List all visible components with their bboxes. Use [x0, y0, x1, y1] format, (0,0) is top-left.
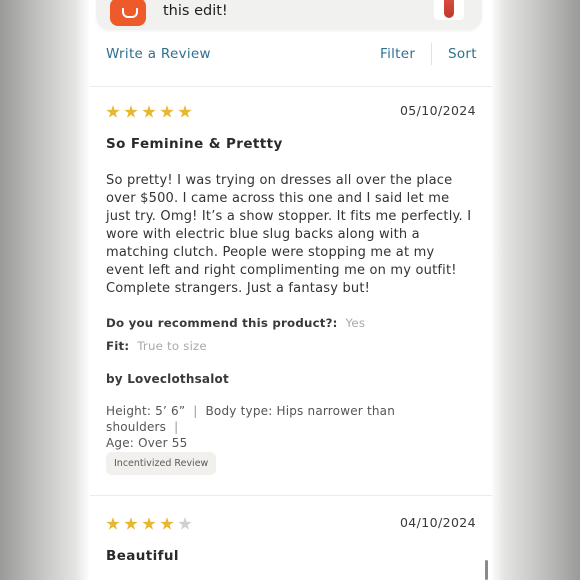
recommend-label: Do you recommend this product?: — [106, 316, 338, 330]
review-body: So pretty! I was trying on dresses all o… — [106, 173, 472, 296]
star-filled-icon — [106, 105, 120, 118]
fit-value: True to size — [137, 339, 207, 353]
notification-banner[interactable]: this edit! — [96, 0, 482, 30]
review-author: by Loveclothsalot — [106, 372, 229, 386]
reviewer-age: Age: Over 55 — [106, 436, 188, 450]
review-title: Beautiful — [106, 548, 179, 564]
star-rating — [106, 516, 196, 532]
star-filled-icon — [106, 517, 120, 530]
recommend-value: Yes — [345, 316, 366, 330]
review-screen: this edit! Write a Review Filter Sort 05… — [90, 0, 492, 580]
star-filled-icon — [178, 105, 192, 118]
recommend-row: Do you recommend this product?: Yes — [106, 316, 365, 330]
divider — [431, 43, 432, 65]
review-title: So Feminine & Prettty — [106, 136, 283, 152]
review-date: 04/10/2024 — [399, 515, 476, 530]
star-filled-icon — [160, 517, 174, 530]
review-divider — [90, 495, 492, 496]
reviewer-details: Height: 5’ 6” | Body type: Hips narrower t… — [106, 403, 474, 451]
star-filled-icon — [124, 105, 138, 118]
star-empty-icon — [178, 517, 192, 530]
star-filled-icon — [142, 517, 156, 530]
fit-row: Fit: True to size — [106, 339, 207, 353]
app-icon — [110, 0, 146, 26]
sort-button[interactable]: Sort — [448, 46, 477, 62]
banner-text: this edit! — [163, 3, 228, 19]
star-rating — [106, 104, 196, 120]
filter-button[interactable]: Filter — [380, 46, 415, 62]
separator: | — [174, 420, 179, 434]
scrollbar[interactable] — [485, 560, 488, 580]
reviewer-height: Height: 5’ 6” — [106, 404, 186, 418]
star-filled-icon — [142, 105, 156, 118]
dress-thumbnail — [434, 0, 464, 20]
separator: | — [193, 404, 198, 418]
star-filled-icon — [124, 517, 138, 530]
review-date: 05/10/2024 — [399, 103, 476, 118]
incentivized-badge: Incentivized Review — [106, 452, 217, 475]
review-actions-bar: Write a Review Filter Sort — [90, 36, 492, 87]
fit-label: Fit: — [106, 339, 130, 353]
star-filled-icon — [160, 105, 174, 118]
write-review-link[interactable]: Write a Review — [106, 46, 211, 62]
